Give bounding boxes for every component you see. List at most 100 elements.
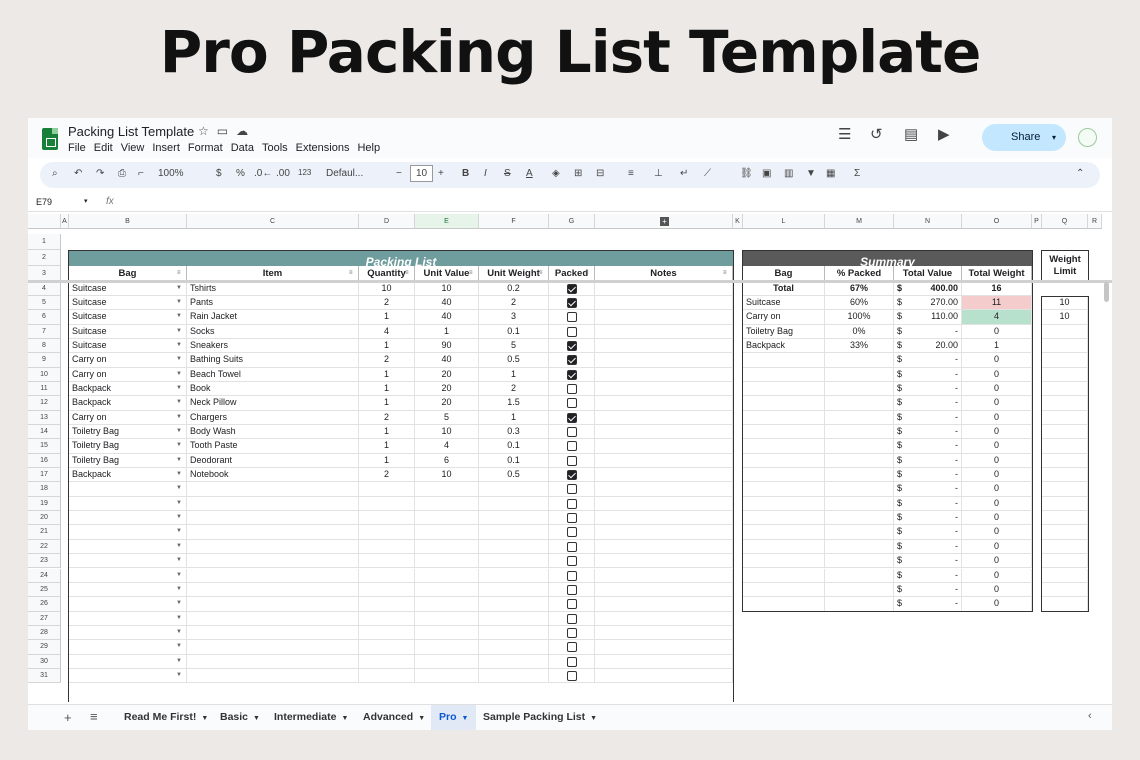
column-header-q[interactable]: Q xyxy=(1042,214,1088,229)
row-header[interactable]: 23 xyxy=(28,554,61,569)
meet-icon[interactable]: ▶ xyxy=(938,125,950,143)
packed-checkbox[interactable] xyxy=(567,427,577,437)
packing-cell-bag[interactable]: Suitcase xyxy=(69,281,187,296)
zoom-select[interactable]: 100% xyxy=(158,168,184,179)
menu-extensions[interactable]: Extensions xyxy=(296,142,350,154)
bag-dropdown-icon[interactable]: ▼ xyxy=(176,342,182,348)
packed-checkbox[interactable] xyxy=(567,412,577,423)
functions-button[interactable]: Σ xyxy=(854,168,860,179)
filter-icon[interactable]: ≡ xyxy=(177,270,181,276)
row-header[interactable]: 12 xyxy=(28,396,61,411)
paint-format-icon[interactable]: ⌐ xyxy=(138,168,144,179)
tab-intermediate[interactable]: Intermediate ▼ xyxy=(266,705,356,730)
row-header[interactable]: 5 xyxy=(28,295,61,311)
row-header[interactable]: 19 xyxy=(28,496,61,512)
row-header[interactable]: 21 xyxy=(28,525,61,540)
chart-icon[interactable]: ▥ xyxy=(784,168,793,179)
row-header[interactable]: 11 xyxy=(28,381,61,397)
packed-checkbox[interactable] xyxy=(567,355,577,366)
weight-limit-cell[interactable] xyxy=(1042,482,1088,497)
bag-dropdown-icon[interactable]: ▼ xyxy=(176,514,182,520)
add-column-icon[interactable]: + xyxy=(660,217,669,226)
row-header[interactable]: 26 xyxy=(28,597,61,612)
row-header[interactable]: 9 xyxy=(28,353,61,368)
packing-cell-bag[interactable]: Suitcase xyxy=(69,295,187,311)
packing-cell-bag[interactable] xyxy=(69,625,187,641)
strikethrough-icon[interactable]: S xyxy=(504,168,511,179)
add-sheet-icon[interactable]: + xyxy=(64,710,72,725)
packing-cell-bag[interactable] xyxy=(69,525,187,540)
weight-limit-cell[interactable] xyxy=(1042,410,1088,425)
bag-dropdown-icon[interactable]: ▼ xyxy=(176,428,182,434)
column-header-c[interactable]: C xyxy=(187,214,359,229)
filter-icon[interactable]: ≡ xyxy=(405,270,409,276)
column-header-o[interactable]: O xyxy=(962,214,1032,229)
redo-icon[interactable]: ↷ xyxy=(96,168,104,179)
weight-limit-cell[interactable] xyxy=(1042,597,1088,612)
share-button[interactable]: Share ▾ xyxy=(982,124,1066,151)
menu-tools[interactable]: Tools xyxy=(262,142,288,154)
weight-limit-cell[interactable] xyxy=(1042,554,1088,569)
menu-data[interactable]: Data xyxy=(231,142,254,154)
merge-cells-icon[interactable]: ⊟ xyxy=(596,168,604,179)
weight-limit-cell[interactable] xyxy=(1042,582,1088,598)
packed-checkbox[interactable] xyxy=(567,441,577,452)
filter-icon[interactable]: ≡ xyxy=(469,270,473,276)
all-sheets-icon[interactable]: ≡ xyxy=(90,709,98,724)
menu-edit[interactable]: Edit xyxy=(94,142,113,154)
packed-checkbox[interactable] xyxy=(567,570,577,581)
column-header-f[interactable]: F xyxy=(479,214,549,229)
avatar[interactable] xyxy=(1078,128,1097,147)
row-header[interactable]: 28 xyxy=(28,625,61,641)
weight-limit-cell[interactable]: 10 xyxy=(1042,310,1088,325)
bag-dropdown-icon[interactable]: ▼ xyxy=(176,543,182,549)
packing-cell-bag[interactable] xyxy=(69,654,187,669)
packing-cell-bag[interactable] xyxy=(69,568,187,583)
tab-basic[interactable]: Basic ▼ xyxy=(212,705,268,730)
history-icon[interactable]: ↺ xyxy=(870,125,883,143)
filter-icon[interactable]: ≡ xyxy=(539,270,543,276)
bag-dropdown-icon[interactable]: ▼ xyxy=(176,572,182,578)
weight-limit-cell[interactable] xyxy=(1042,324,1088,339)
weight-limit-cell[interactable] xyxy=(1042,539,1088,555)
packing-cell-bag[interactable]: Carry on xyxy=(69,410,187,425)
print-icon[interactable]: ⎙ xyxy=(118,168,126,179)
packing-cell-bag[interactable]: Backpack xyxy=(69,381,187,397)
column-header-l[interactable]: L xyxy=(743,214,825,229)
tab-sample-packing-list[interactable]: Sample Packing List ▼ xyxy=(475,705,605,730)
bag-dropdown-icon[interactable]: ▼ xyxy=(176,485,182,491)
tab-read-me-first-[interactable]: Read Me First! ▼ xyxy=(116,705,216,730)
filter-views-icon[interactable]: ▦ xyxy=(826,168,835,179)
name-box-dropdown-icon[interactable]: ▾ xyxy=(84,197,88,205)
comment-icon[interactable]: ▣ xyxy=(762,168,771,179)
packed-checkbox[interactable] xyxy=(567,340,577,351)
packing-cell-bag[interactable] xyxy=(69,582,187,598)
scroll-tabs-icon[interactable]: ‹ xyxy=(1088,710,1092,722)
menu-view[interactable]: View xyxy=(121,142,145,154)
packed-checkbox[interactable] xyxy=(567,297,577,308)
packed-checkbox[interactable] xyxy=(567,670,577,681)
vertical-scrollbar[interactable] xyxy=(1104,282,1109,302)
tab-advanced[interactable]: Advanced ▼ xyxy=(355,705,433,730)
weight-limit-cell[interactable] xyxy=(1042,525,1088,540)
tab-dropdown-icon[interactable]: ▼ xyxy=(341,715,348,722)
packing-cell-bag[interactable]: Backpack xyxy=(69,396,187,411)
tab-dropdown-icon[interactable]: ▼ xyxy=(201,715,208,722)
bag-dropdown-icon[interactable]: ▼ xyxy=(176,385,182,391)
align-icon[interactable]: ≡ xyxy=(628,168,634,179)
bag-dropdown-icon[interactable]: ▼ xyxy=(176,629,182,635)
packing-cell-bag[interactable] xyxy=(69,640,187,655)
packed-checkbox[interactable] xyxy=(567,369,577,380)
weight-limit-cell[interactable] xyxy=(1042,381,1088,397)
packed-checkbox[interactable] xyxy=(567,584,577,595)
tab-pro[interactable]: Pro ▼ xyxy=(431,705,477,730)
bag-dropdown-icon[interactable]: ▼ xyxy=(176,672,182,678)
bag-dropdown-icon[interactable]: ▼ xyxy=(176,600,182,606)
menu-file[interactable]: File xyxy=(68,142,86,154)
bag-dropdown-icon[interactable]: ▼ xyxy=(176,500,182,506)
weight-limit-cell[interactable] xyxy=(1042,468,1088,483)
row-header[interactable]: 29 xyxy=(28,640,61,655)
weight-limit-cell[interactable] xyxy=(1042,568,1088,583)
undo-icon[interactable]: ↶ xyxy=(74,168,82,179)
packed-checkbox[interactable] xyxy=(567,513,577,524)
